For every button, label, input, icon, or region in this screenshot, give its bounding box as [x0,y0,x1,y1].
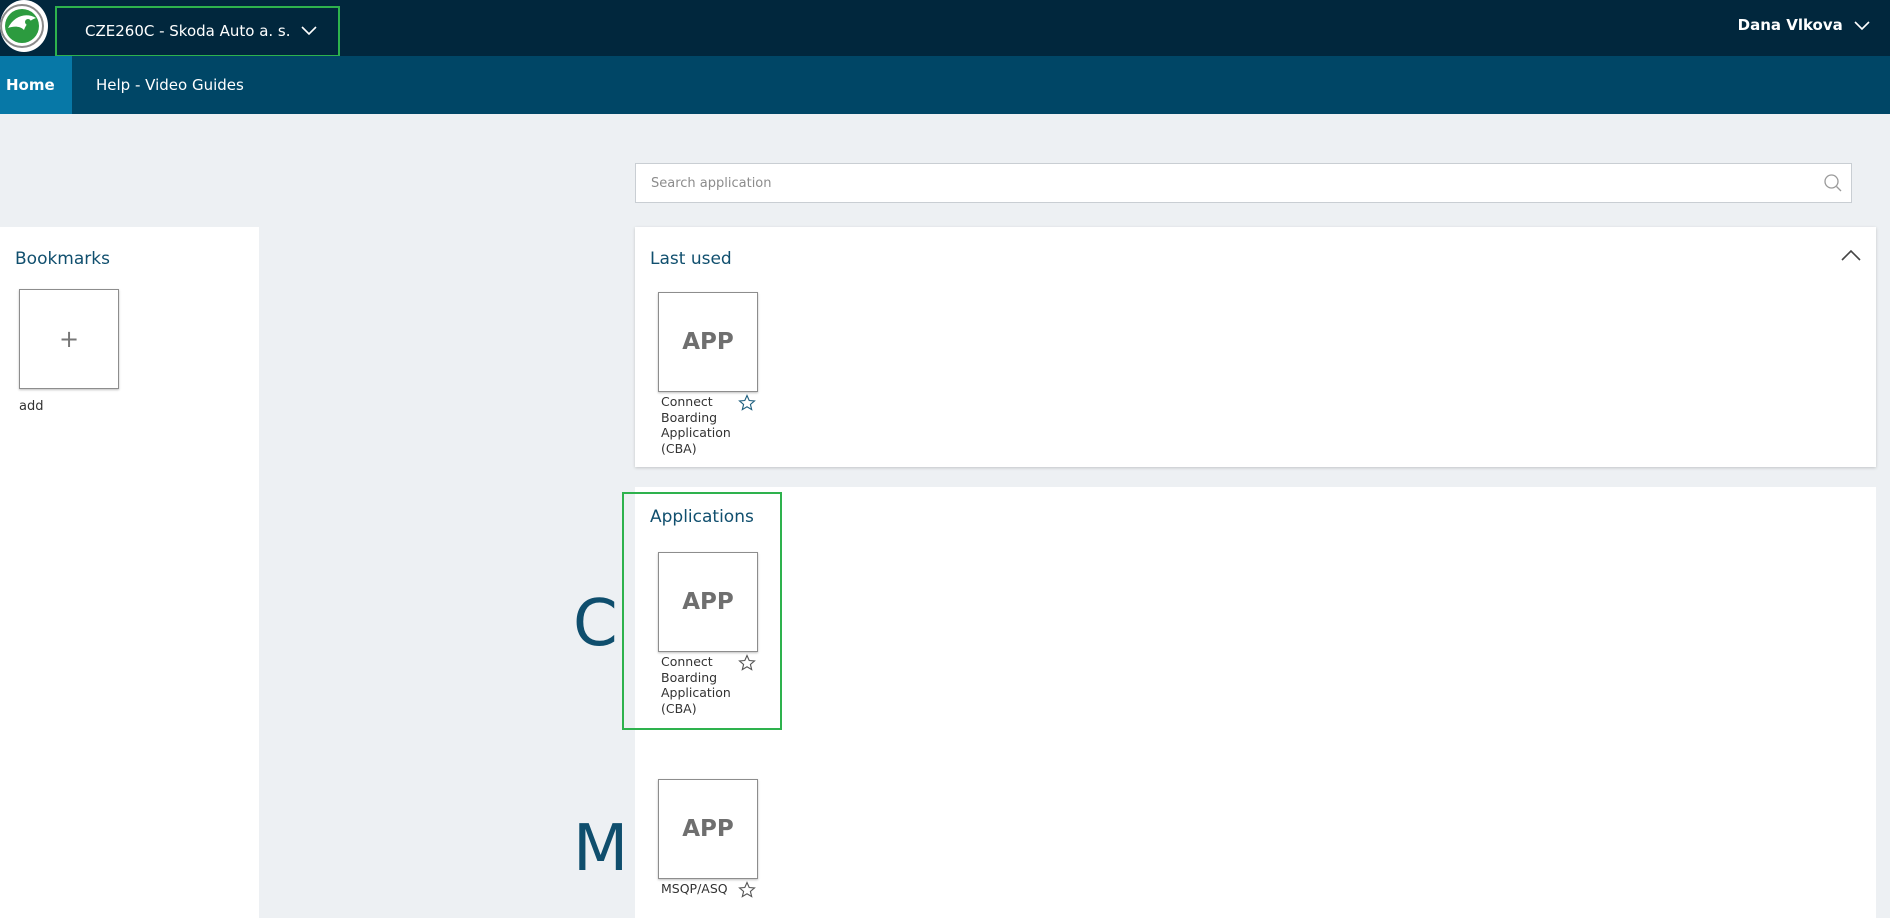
applications-panel: Applications APP Connect Boarding Applic… [635,487,1876,918]
background-letter-c: C [573,587,618,661]
dealer-selector[interactable]: CZE260C - Skoda Auto a. s. [55,6,340,57]
nav-bar: Home Help - Video Guides [0,56,1890,114]
app-label[interactable]: MSQP/ASQ [661,881,743,897]
user-menu[interactable]: Dana Vlkova [1738,16,1870,35]
user-name: Dana Vlkova [1737,16,1843,34]
plus-icon: + [58,325,80,353]
app-tile[interactable]: APP [658,292,758,392]
search-icon[interactable] [1823,173,1843,197]
add-bookmark-label: add [19,399,44,414]
search-box [635,163,1852,203]
nav-tab-help-video-guides[interactable]: Help - Video Guides [96,56,244,114]
background-letter-m: M [573,812,629,886]
skoda-logo-icon[interactable] [0,0,48,52]
chevron-up-icon[interactable] [1840,247,1862,266]
last-used-panel: Last used APP Connect Boarding Applicati… [635,227,1876,467]
chevron-down-icon [301,8,317,55]
star-icon[interactable] [738,881,756,903]
star-icon[interactable] [738,394,756,416]
last-used-title: Last used [650,249,732,269]
dealer-name: CZE260C - Skoda Auto a. s. [85,22,291,40]
app-label[interactable]: Connect Boarding Application (CBA) [661,394,743,456]
nav-tab-home[interactable]: Home [0,56,72,114]
bookmarks-title: Bookmarks [15,249,110,269]
search-input[interactable] [636,164,1816,202]
app-tile[interactable]: APP [658,779,758,879]
bookmarks-panel: Bookmarks + add [0,227,259,918]
add-bookmark-button[interactable]: + [19,289,119,389]
chevron-down-icon [1854,17,1870,35]
highlight-box [622,492,782,730]
top-bar: CZE260C - Skoda Auto a. s. Dana Vlkova [0,0,1890,57]
